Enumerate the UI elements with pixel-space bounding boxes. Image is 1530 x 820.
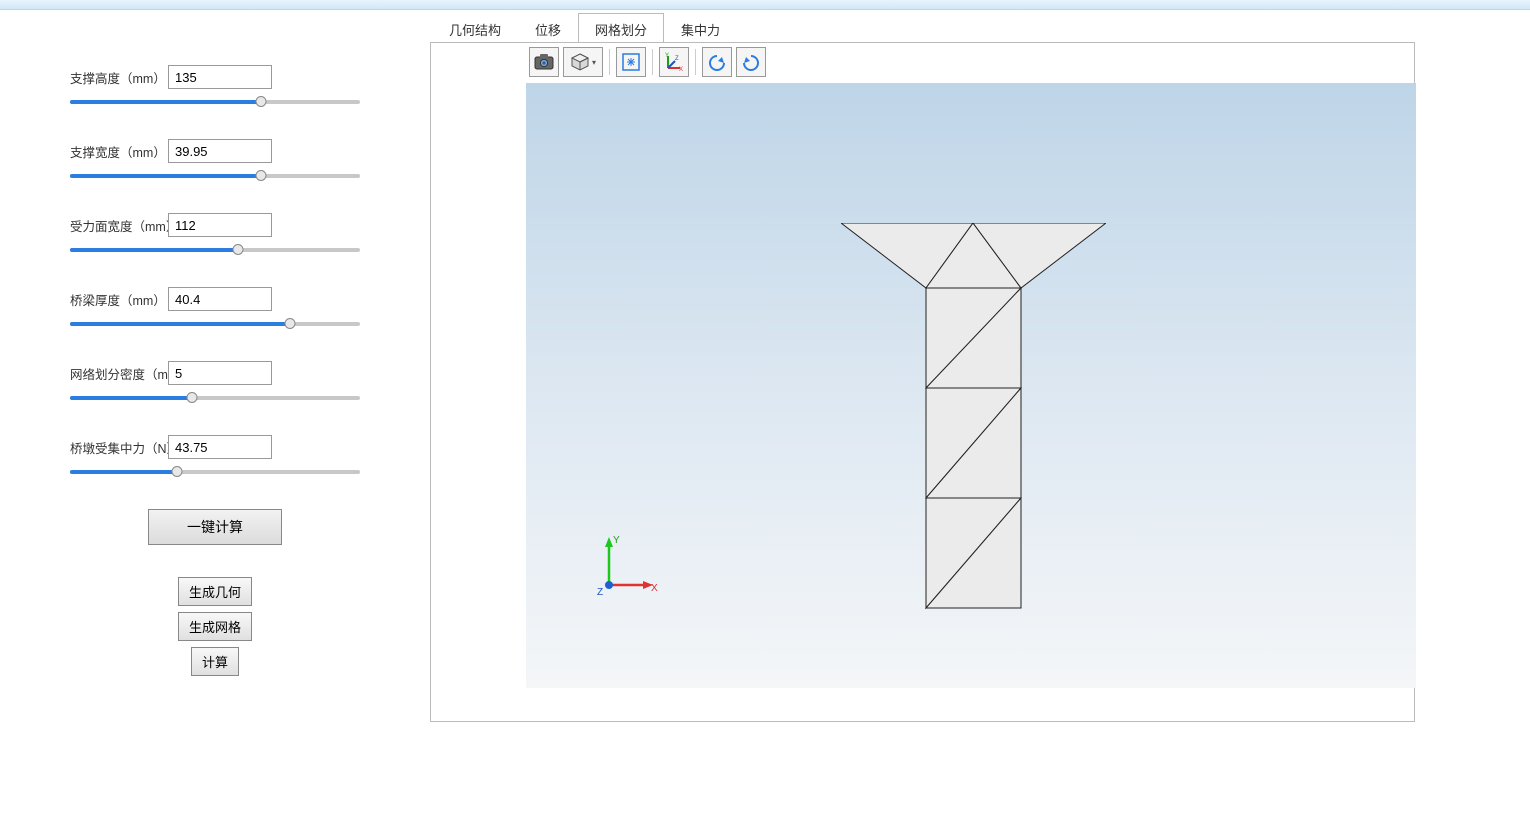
axis-y-label: Y [613,535,620,546]
param-support-height: 支撑高度（mm） [70,65,360,109]
mesh-density-input[interactable] [168,361,272,385]
support-width-slider[interactable] [70,169,360,183]
param-concentrated-force: 桥墩受集中力（N） [70,435,360,479]
load-face-width-input[interactable] [168,213,272,237]
cube-icon[interactable]: ▾ [563,47,603,77]
viewer-3d[interactable]: ▾ YXZ [526,83,1416,688]
load-face-width-slider[interactable] [70,243,360,257]
param-support-width: 支撑宽度（mm） [70,139,360,183]
tabs: 几何结构 位移 网格划分 集中力 [430,10,1510,42]
tab-force[interactable]: 集中力 [664,13,737,43]
tab-geometry[interactable]: 几何结构 [432,13,518,43]
camera-icon[interactable] [529,47,559,77]
sidebar: 支撑高度（mm） 支撑宽度（mm） 受力面宽度（mm） [0,10,430,820]
fit-icon[interactable] [616,47,646,77]
support-height-input[interactable] [168,65,272,89]
one-click-calc-button[interactable]: 一键计算 [148,509,282,545]
param-bridge-thickness: 桥梁厚度（mm） [70,287,360,331]
concentrated-force-slider[interactable] [70,465,360,479]
axis-z-label: Z [597,587,603,598]
tab-mesh[interactable]: 网格划分 [578,13,664,43]
mesh-shape [841,223,1106,613]
axes-icon[interactable]: Y XZ [659,47,689,77]
param-label: 桥梁厚度（mm） [70,290,162,309]
main-layout: 支撑高度（mm） 支撑宽度（mm） 受力面宽度（mm） [0,10,1530,820]
viewer-toolbar: ▾ Y XZ [529,47,766,77]
param-mesh-density: 网络划分密度（mm） [70,361,360,405]
param-label: 支撑高度（mm） [70,68,162,87]
toolbar-separator [695,49,696,75]
axis-x-label: X [651,583,658,594]
support-height-slider[interactable] [70,95,360,109]
tab-displacement[interactable]: 位移 [518,13,578,43]
calculate-button[interactable]: 计算 [191,647,239,676]
support-width-input[interactable] [168,139,272,163]
bridge-thickness-input[interactable] [168,287,272,311]
window-titlebar [0,0,1530,10]
param-label: 受力面宽度（mm） [70,216,162,235]
param-label: 支撑宽度（mm） [70,142,162,161]
generate-geometry-button[interactable]: 生成几何 [178,577,252,606]
svg-text:Y: Y [665,53,669,59]
axis-gizmo: Y X Z [591,533,661,603]
param-label: 网络划分密度（mm） [70,364,162,383]
rotate-left-icon[interactable] [702,47,732,77]
mesh-density-slider[interactable] [70,391,360,405]
rotate-right-icon[interactable] [736,47,766,77]
svg-text:X: X [679,67,683,72]
bridge-thickness-slider[interactable] [70,317,360,331]
svg-text:Z: Z [675,56,679,62]
viewer-frame: ▾ YXZ [430,42,1415,722]
content-area: 几何结构 位移 网格划分 集中力 ▾ [430,10,1530,820]
concentrated-force-input[interactable] [168,435,272,459]
generate-mesh-button[interactable]: 生成网格 [178,612,252,641]
param-label: 桥墩受集中力（N） [70,438,162,457]
param-load-face-width: 受力面宽度（mm） [70,213,360,257]
toolbar-separator [609,49,610,75]
toolbar-separator [652,49,653,75]
